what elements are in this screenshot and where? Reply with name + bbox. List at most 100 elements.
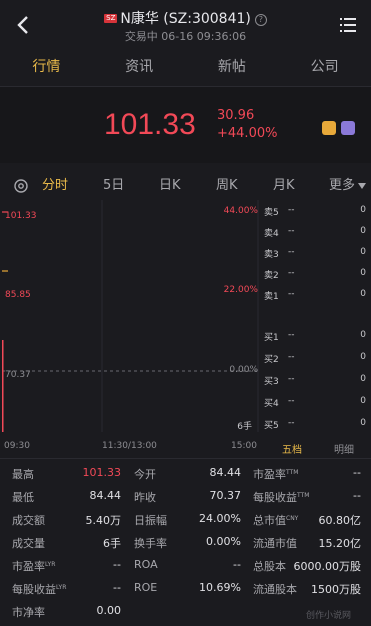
stat-value: 6手 — [103, 537, 121, 550]
price-change: 30.96 — [217, 108, 255, 123]
stat-label-text: 市净率 — [12, 606, 45, 619]
stat-label-text: 市盈率 — [12, 560, 45, 573]
sell-level-row: 卖2 -- 0 — [262, 268, 371, 282]
sell-level-row: 卖3 -- 0 — [262, 247, 371, 261]
stat-label: 流通市值 — [253, 535, 297, 551]
level-label: 买5 — [264, 421, 279, 431]
tab-5day[interactable]: 5日 — [103, 172, 124, 200]
stat-value: 0.00 — [96, 604, 122, 617]
stat-value: 1500万股 — [311, 583, 361, 596]
order-book: 卖5 -- 0 卖4 -- 0 卖3 -- 0 卖2 -- 0 卖1 -- 0 买1 -- 0 买2 -- 0 买3 -- 0… — [262, 205, 371, 435]
tab-daily-k[interactable]: 日K — [159, 172, 181, 200]
stat-label: 市盈率TTM — [253, 466, 298, 482]
level-label: 卖2 — [264, 271, 279, 281]
stat-label: 市净率 — [12, 604, 45, 620]
tab-monthly-k[interactable]: 月K — [273, 172, 295, 200]
level-volume: 0 — [360, 226, 366, 236]
stat-label-text: 成交量 — [12, 537, 45, 550]
market-badge: SZ — [104, 14, 118, 23]
level-price: -- — [288, 374, 295, 384]
stat-label: 换手率 — [134, 535, 167, 551]
stat-label: 总股本 — [253, 558, 286, 574]
level-price: -- — [288, 396, 295, 406]
tab-details[interactable]: 明细 — [334, 441, 354, 456]
stat-label-text: 换手率 — [134, 537, 167, 550]
stat-value: -- — [113, 581, 121, 594]
level-volume: 0 — [360, 205, 366, 215]
stat-label: 每股收益LYR — [12, 581, 66, 597]
stat-label: 成交额 — [12, 512, 45, 528]
level-price: -- — [288, 247, 295, 257]
stat-label-superscript: CNY — [286, 515, 299, 522]
tab-five-levels[interactable]: 五档 — [282, 441, 302, 456]
chevron-down-icon — [358, 183, 366, 189]
help-icon[interactable]: ? — [254, 14, 267, 26]
level-volume: 0 — [360, 330, 366, 340]
time-mid: 11:30/13:00 — [102, 441, 157, 451]
level-label: 买4 — [264, 399, 279, 409]
chart-tabs: 分时 5日 日K 周K 月K 更多 — [0, 172, 371, 200]
stat-value: 60.80亿 — [318, 514, 362, 527]
link-icon[interactable] — [341, 121, 355, 135]
tab-quote[interactable]: 行情 — [0, 50, 93, 86]
rmb-icon[interactable] — [322, 121, 336, 135]
tab-company[interactable]: 公司 — [278, 50, 371, 86]
time-start: 09:30 — [4, 441, 30, 451]
current-price: 101.33 — [104, 108, 196, 141]
level-label: 卖4 — [264, 229, 279, 239]
stat-value: 5.40万 — [85, 514, 122, 527]
level-volume: 0 — [360, 289, 366, 299]
level-price: -- — [288, 289, 295, 299]
stat-label: ROA — [134, 558, 158, 571]
stat-value: -- — [233, 558, 241, 571]
stat-label: 最低 — [12, 489, 34, 505]
tab-intraday[interactable]: 分时 — [42, 172, 68, 200]
menu-icon[interactable] — [340, 18, 356, 32]
tab-news[interactable]: 资讯 — [93, 50, 186, 86]
settings-gear-icon[interactable] — [13, 178, 29, 194]
level-volume: 0 — [360, 374, 366, 384]
level-label: 买3 — [264, 377, 279, 387]
level-label: 卖1 — [264, 292, 279, 302]
tab-more[interactable]: 更多 — [329, 172, 355, 200]
volume-label: 6手 — [237, 420, 252, 432]
sell-level-row: 卖4 -- 0 — [262, 226, 371, 240]
level-volume: 0 — [360, 396, 366, 406]
stat-label: 每股收益TTM — [253, 489, 309, 505]
stat-label-text: 市盈率 — [253, 468, 286, 481]
buy-level-row: 买1 -- 0 — [262, 330, 371, 344]
stat-value: 0.00% — [206, 535, 241, 548]
y-axis-pct-mid: 22.00% — [224, 285, 259, 295]
stat-label: 总市值CNY — [253, 512, 298, 528]
level-volume: 0 — [360, 268, 366, 278]
stat-value: -- — [113, 558, 121, 571]
stat-label-text: 每股收益 — [253, 491, 297, 504]
level-label: 买2 — [264, 355, 279, 365]
stat-value: 15.20亿 — [318, 537, 362, 550]
stat-label-text: 最低 — [12, 491, 34, 504]
level-volume: 0 — [360, 247, 366, 257]
trading-status: 交易中 06-16 09:36:06 — [124, 30, 247, 43]
stat-value: -- — [353, 466, 361, 479]
level-price: -- — [288, 330, 295, 340]
stat-label-text: 流通股本 — [253, 583, 297, 596]
tab-weekly-k[interactable]: 周K — [216, 172, 238, 200]
stat-label-text: 昨收 — [134, 491, 156, 504]
tab-posts[interactable]: 新帖 — [186, 50, 279, 86]
stat-label: 今开 — [134, 466, 156, 482]
stat-label: 昨收 — [134, 489, 156, 505]
level-price: -- — [288, 418, 295, 428]
stat-label-text: 成交额 — [12, 514, 45, 527]
stat-value: 70.37 — [209, 489, 242, 502]
stock-title: SZ N康华 (SZ:300841)? — [0, 8, 371, 28]
stat-label: 成交量 — [12, 535, 45, 551]
stat-label-text: ROE — [134, 581, 158, 594]
stat-label: 市盈率LYR — [12, 558, 55, 574]
stat-label-text: 最高 — [12, 468, 34, 481]
stat-label-superscript: TTM — [297, 492, 310, 499]
buy-level-row: 买3 -- 0 — [262, 374, 371, 388]
sell-level-row: 卖1 -- 0 — [262, 289, 371, 303]
stat-label: ROE — [134, 581, 157, 594]
stat-value: 24.00% — [199, 512, 241, 525]
level-volume: 0 — [360, 418, 366, 428]
